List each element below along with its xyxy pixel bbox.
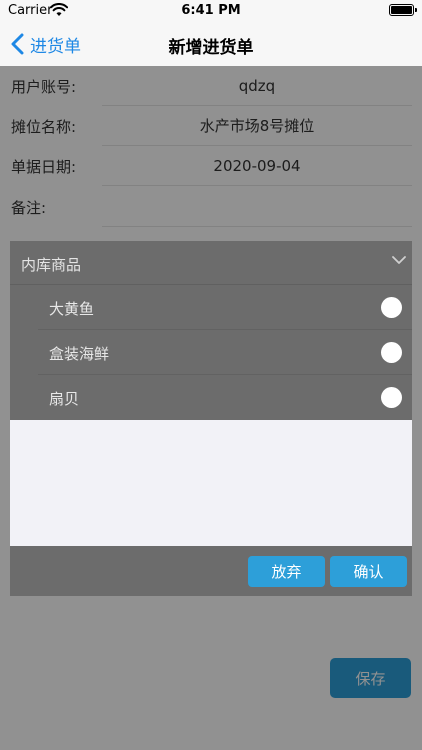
radio-unchecked-icon[interactable]: [381, 387, 402, 408]
page-title: 新增进货单: [168, 38, 254, 58]
clock: 6:41 PM: [181, 3, 241, 18]
product-option[interactable]: 大黄鱼: [38, 285, 412, 330]
radio-unchecked-icon[interactable]: [381, 342, 402, 363]
navigation-bar: 进货单 新增进货单: [0, 22, 422, 66]
battery-icon: [389, 4, 417, 16]
product-option[interactable]: 盒装海鲜: [38, 330, 412, 375]
confirm-button[interactable]: 确认: [330, 556, 407, 587]
modal-empty-area: [10, 420, 412, 546]
modal-header[interactable]: 内库商品: [10, 241, 412, 285]
product-picker-modal: 内库商品 大黄鱼 盒装海鲜 扇贝 放弃 确认: [10, 241, 412, 596]
product-option-label: 盒装海鲜: [49, 345, 110, 363]
product-option[interactable]: 扇贝: [38, 375, 412, 420]
product-option-label: 扇贝: [49, 390, 80, 408]
radio-unchecked-icon[interactable]: [381, 297, 402, 318]
modal-footer: 放弃 确认: [10, 546, 412, 596]
modal-title: 内库商品: [21, 256, 82, 274]
product-option-label: 大黄鱼: [49, 300, 95, 318]
discard-button[interactable]: 放弃: [248, 556, 325, 587]
status-bar: Carrier 6:41 PM: [0, 0, 422, 22]
chevron-down-icon[interactable]: [392, 255, 406, 265]
